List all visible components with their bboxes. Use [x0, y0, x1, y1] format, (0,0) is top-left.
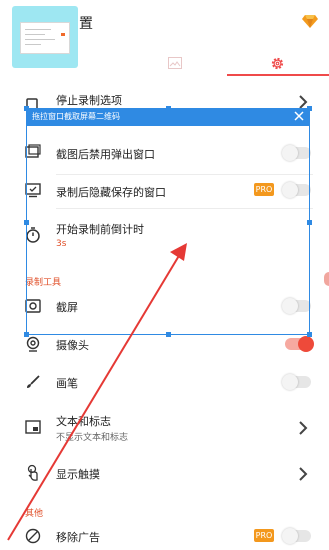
- tab-underline: [227, 74, 329, 76]
- setting-sublabel: 不显示文本和标志: [56, 433, 129, 443]
- resize-handle[interactable]: [166, 106, 171, 111]
- app-header: 置: [0, 0, 329, 78]
- tab-images[interactable]: [125, 50, 225, 76]
- chevron-right-icon: [299, 421, 308, 435]
- floating-record-handle[interactable]: [324, 272, 329, 286]
- resize-handle[interactable]: [24, 106, 29, 111]
- setting-row-show-touch[interactable]: 显示触摸: [0, 458, 329, 488]
- webcam-icon: [26, 336, 40, 352]
- screenshot-thumbnail[interactable]: [12, 6, 78, 68]
- resize-handle[interactable]: [307, 106, 312, 111]
- remove-ads-toggle[interactable]: [282, 528, 311, 544]
- section-header-other: 其他: [25, 509, 44, 519]
- capture-hint: 拖拉窗口截取屏幕二维码: [32, 112, 120, 121]
- brush-toggle[interactable]: [282, 374, 311, 390]
- ad-block-icon: [25, 528, 41, 544]
- tab-bar: [110, 50, 329, 78]
- setting-label: 文本和标志: [56, 415, 111, 428]
- capture-frame[interactable]: [26, 108, 310, 335]
- pro-badge: PRO: [254, 529, 274, 542]
- resize-handle[interactable]: [307, 220, 312, 225]
- diamond-icon[interactable]: [301, 12, 319, 30]
- gear-icon: [271, 57, 283, 69]
- camera-toggle[interactable]: [285, 336, 314, 352]
- setting-label: 显示触摸: [56, 468, 100, 481]
- thumbnail-preview: [20, 22, 70, 54]
- resize-handle[interactable]: [307, 332, 312, 337]
- tab-settings[interactable]: [227, 50, 327, 76]
- chevron-right-icon: [299, 467, 308, 481]
- touch-icon: [27, 464, 38, 481]
- setting-label: 停止录制选项: [56, 94, 122, 107]
- image-icon: [168, 57, 182, 69]
- setting-label: 画笔: [56, 377, 78, 390]
- resize-handle[interactable]: [24, 220, 29, 225]
- close-icon[interactable]: [292, 109, 306, 123]
- resize-handle[interactable]: [166, 332, 171, 337]
- setting-label: 移除广告: [56, 531, 100, 544]
- setting-row-brush[interactable]: 画笔: [0, 368, 329, 398]
- text-logo-icon: [25, 420, 41, 434]
- brush-icon: [27, 375, 40, 388]
- setting-label: 摄像头: [56, 339, 89, 352]
- page-title: 置: [79, 16, 93, 32]
- resize-handle[interactable]: [24, 332, 29, 337]
- setting-row-remove-ads[interactable]: 移除广告 PRO: [0, 522, 329, 550]
- setting-row-text-logo[interactable]: 文本和标志 不显示文本和标志: [0, 408, 329, 448]
